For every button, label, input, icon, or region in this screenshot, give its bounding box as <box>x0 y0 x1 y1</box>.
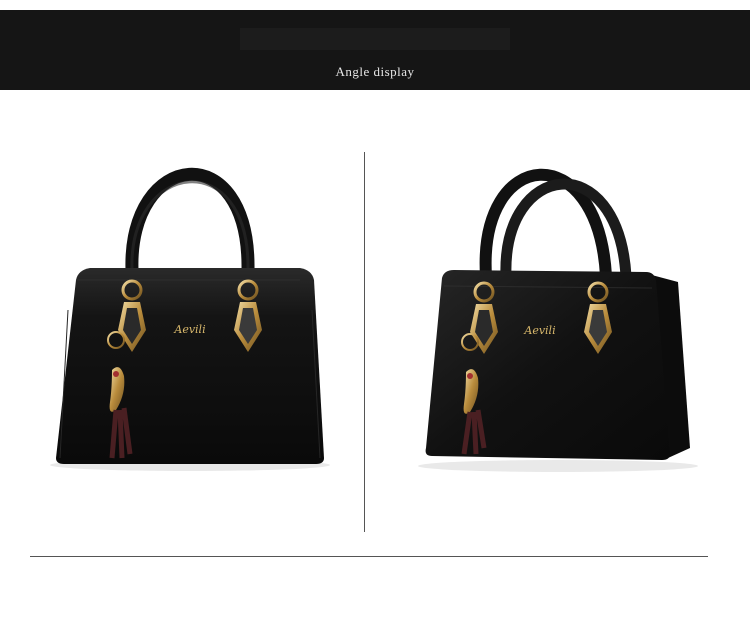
brand-logo: Aevili <box>523 324 555 337</box>
page-title: Angle display <box>335 64 415 79</box>
vertical-divider <box>364 152 365 532</box>
banner-bar <box>240 28 510 50</box>
header-banner: Angle display <box>0 10 750 90</box>
handbag-front-illustration: Aevili <box>50 167 330 471</box>
brand-logo: Aevili <box>173 323 205 336</box>
horizontal-divider <box>30 556 708 557</box>
handbag-angle-illustration: Aevili <box>418 168 698 472</box>
handbag-angle-photo: Aevili <box>418 136 708 476</box>
handbag-front-photo: Aevili <box>50 140 340 480</box>
